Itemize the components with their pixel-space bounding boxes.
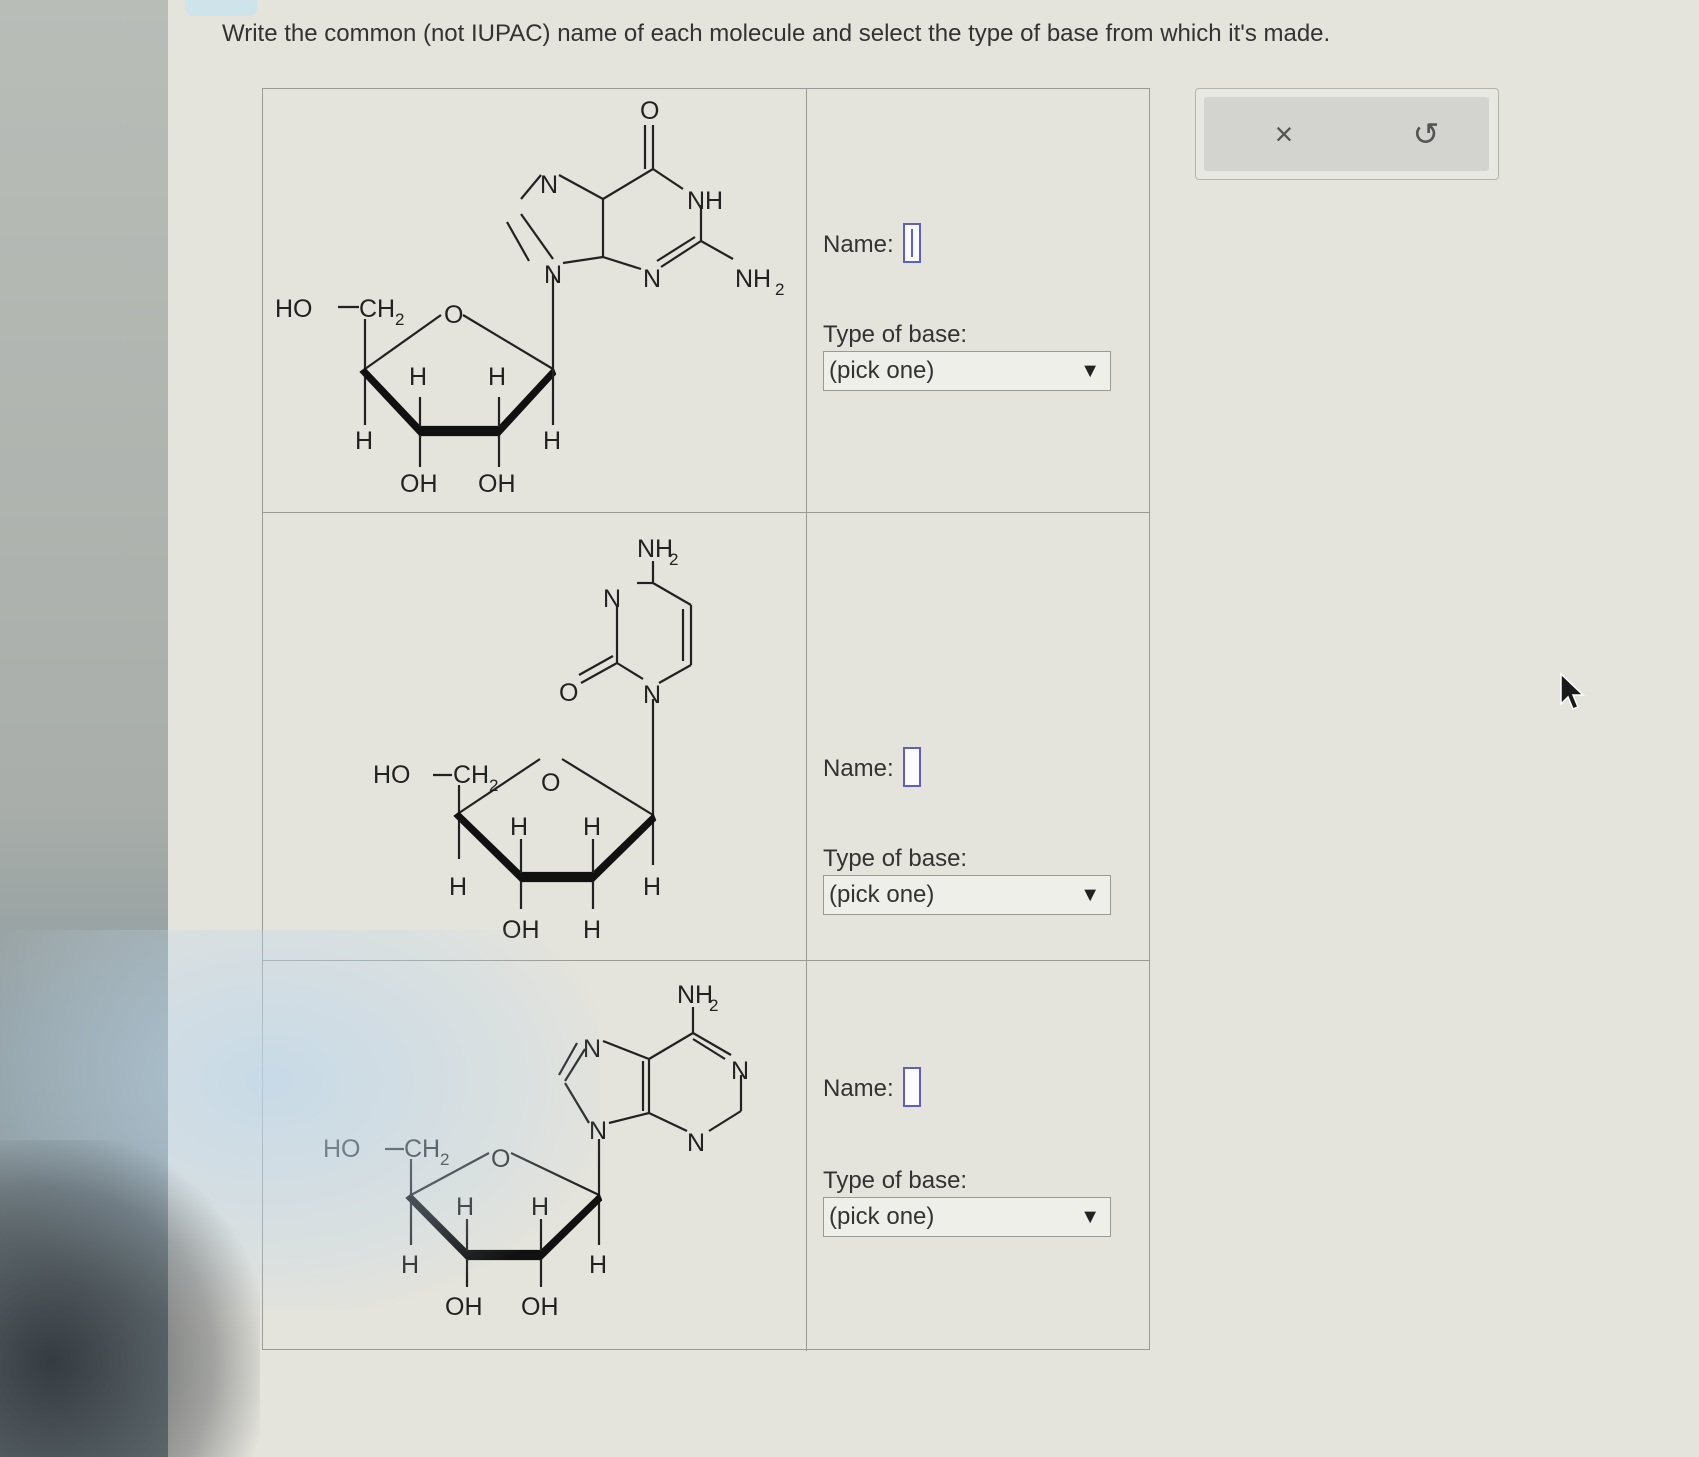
- type-of-base-label: Type of base:: [823, 1167, 968, 1194]
- row-2: NH 2 N O N HO CH 2 O H H H H OH H Name: …: [263, 513, 1149, 961]
- atom-label: CH: [404, 1135, 440, 1163]
- atom-label: OH: [445, 1293, 483, 1321]
- name-label: Name:: [823, 231, 894, 258]
- name-label: Name:: [823, 755, 894, 782]
- atom-label: O: [541, 769, 560, 797]
- molecule-structure-1: HO CH 2 O H H H H OH OH N N O NH N NH 2: [275, 97, 784, 498]
- molecule-structure-2: NH 2 N O N HO CH 2 O H H H H OH H: [373, 535, 693, 944]
- row-3: NH 2 N N N N HO CH 2 O H H H H OH OH Nam…: [263, 961, 1149, 1351]
- toolbar-inner: × ↺: [1204, 97, 1489, 171]
- atom-label: NH: [677, 981, 713, 1009]
- atom-label: O: [559, 679, 578, 707]
- atom-label: O: [444, 301, 463, 329]
- atom-label: H: [401, 1251, 419, 1279]
- atom-label: N: [544, 261, 562, 289]
- atom-label: OH: [400, 470, 438, 498]
- atom-label: 2: [395, 310, 404, 329]
- answer-cell-2: Name: Type of base: (pick one) ▼: [807, 513, 1151, 960]
- atom-label: HO: [275, 295, 313, 323]
- atom-label: O: [640, 97, 659, 125]
- undo-icon: ↺: [1412, 116, 1440, 152]
- answer-toolbar: × ↺: [1195, 88, 1499, 180]
- atom-label: H: [583, 813, 601, 841]
- instruction-text: Write the common (not IUPAC) name of eac…: [222, 20, 1331, 47]
- name-label: Name:: [823, 1075, 894, 1102]
- molecule-cell-3: NH 2 N N N N HO CH 2 O H H H H OH OH: [263, 961, 807, 1351]
- name-input-1[interactable]: [903, 223, 921, 263]
- atom-label: NH: [687, 187, 723, 215]
- atom-label: 2: [489, 776, 498, 795]
- atom-label: HO: [373, 761, 411, 789]
- type-of-base-label: Type of base:: [823, 321, 968, 348]
- atom-label: N: [583, 1035, 601, 1063]
- atom-label: N: [540, 171, 558, 199]
- answer-cell-1: Name: Type of base: (pick one) ▼: [807, 89, 1151, 512]
- atom-label: H: [355, 427, 373, 455]
- atom-label: 2: [709, 996, 718, 1015]
- base-type-select-1[interactable]: (pick one) ▼: [823, 351, 1111, 391]
- chevron-down-icon: ▼: [1080, 1206, 1100, 1228]
- atom-label: H: [409, 363, 427, 391]
- select-value: (pick one): [829, 1203, 935, 1230]
- molecule-grid: HO CH 2 O H H H H OH OH N N O NH N NH 2 …: [262, 88, 1150, 1351]
- atom-label: H: [449, 873, 467, 901]
- atom-label: OH: [502, 916, 540, 944]
- name-input-2[interactable]: [903, 747, 921, 787]
- chevron-down-icon: ▼: [1080, 884, 1100, 906]
- atom-label: N: [731, 1057, 749, 1085]
- clear-button[interactable]: ×: [1254, 107, 1314, 161]
- answer-cell-3: Name: Type of base: (pick one) ▼: [807, 961, 1151, 1351]
- mouse-pointer-icon: [1560, 672, 1585, 710]
- base-type-select-3[interactable]: (pick one) ▼: [823, 1197, 1111, 1237]
- background-left-strip: [0, 0, 168, 1457]
- row-1: HO CH 2 O H H H H OH OH N N O NH N NH 2 …: [263, 89, 1149, 513]
- atom-label: CH: [359, 295, 395, 323]
- atom-label: N: [603, 585, 621, 613]
- atom-label: OH: [478, 470, 516, 498]
- select-value: (pick one): [829, 357, 935, 384]
- select-value: (pick one): [829, 881, 935, 908]
- molecule-cell-2: NH 2 N O N HO CH 2 O H H H H OH H: [263, 513, 807, 960]
- atom-label: OH: [521, 1293, 559, 1321]
- chevron-down-icon: ▼: [1080, 360, 1100, 382]
- atom-label: 2: [440, 1150, 449, 1169]
- atom-label: H: [589, 1251, 607, 1279]
- close-icon: ×: [1274, 116, 1294, 152]
- atom-label: H: [488, 363, 506, 391]
- atom-label: N: [643, 265, 661, 293]
- atom-label: O: [491, 1145, 510, 1173]
- type-of-base-label: Type of base:: [823, 845, 968, 872]
- molecule-cell-1: HO CH 2 O H H H H OH OH N N O NH N NH 2: [263, 89, 807, 512]
- atom-label: H: [543, 427, 561, 455]
- atom-label: NH: [735, 265, 771, 293]
- atom-label: N: [687, 1129, 705, 1157]
- atom-label: H: [531, 1193, 549, 1221]
- atom-label: N: [589, 1117, 607, 1145]
- atom-label: H: [643, 873, 661, 901]
- atom-label: N: [643, 681, 661, 709]
- atom-label: H: [456, 1193, 474, 1221]
- top-tab-fragment: [185, 0, 257, 16]
- atom-label: 2: [669, 550, 678, 569]
- atom-label: H: [583, 916, 601, 944]
- base-type-select-2[interactable]: (pick one) ▼: [823, 875, 1111, 915]
- molecule-structure-3: NH 2 N N N N HO CH 2 O H H H H OH OH: [323, 981, 749, 1321]
- atom-label: H: [510, 813, 528, 841]
- atom-label: HO: [323, 1135, 361, 1163]
- undo-button[interactable]: ↺: [1396, 107, 1456, 161]
- atom-label: CH: [453, 761, 489, 789]
- atom-label: 2: [775, 280, 784, 299]
- name-input-3[interactable]: [903, 1067, 921, 1107]
- atom-label: NH: [637, 535, 673, 563]
